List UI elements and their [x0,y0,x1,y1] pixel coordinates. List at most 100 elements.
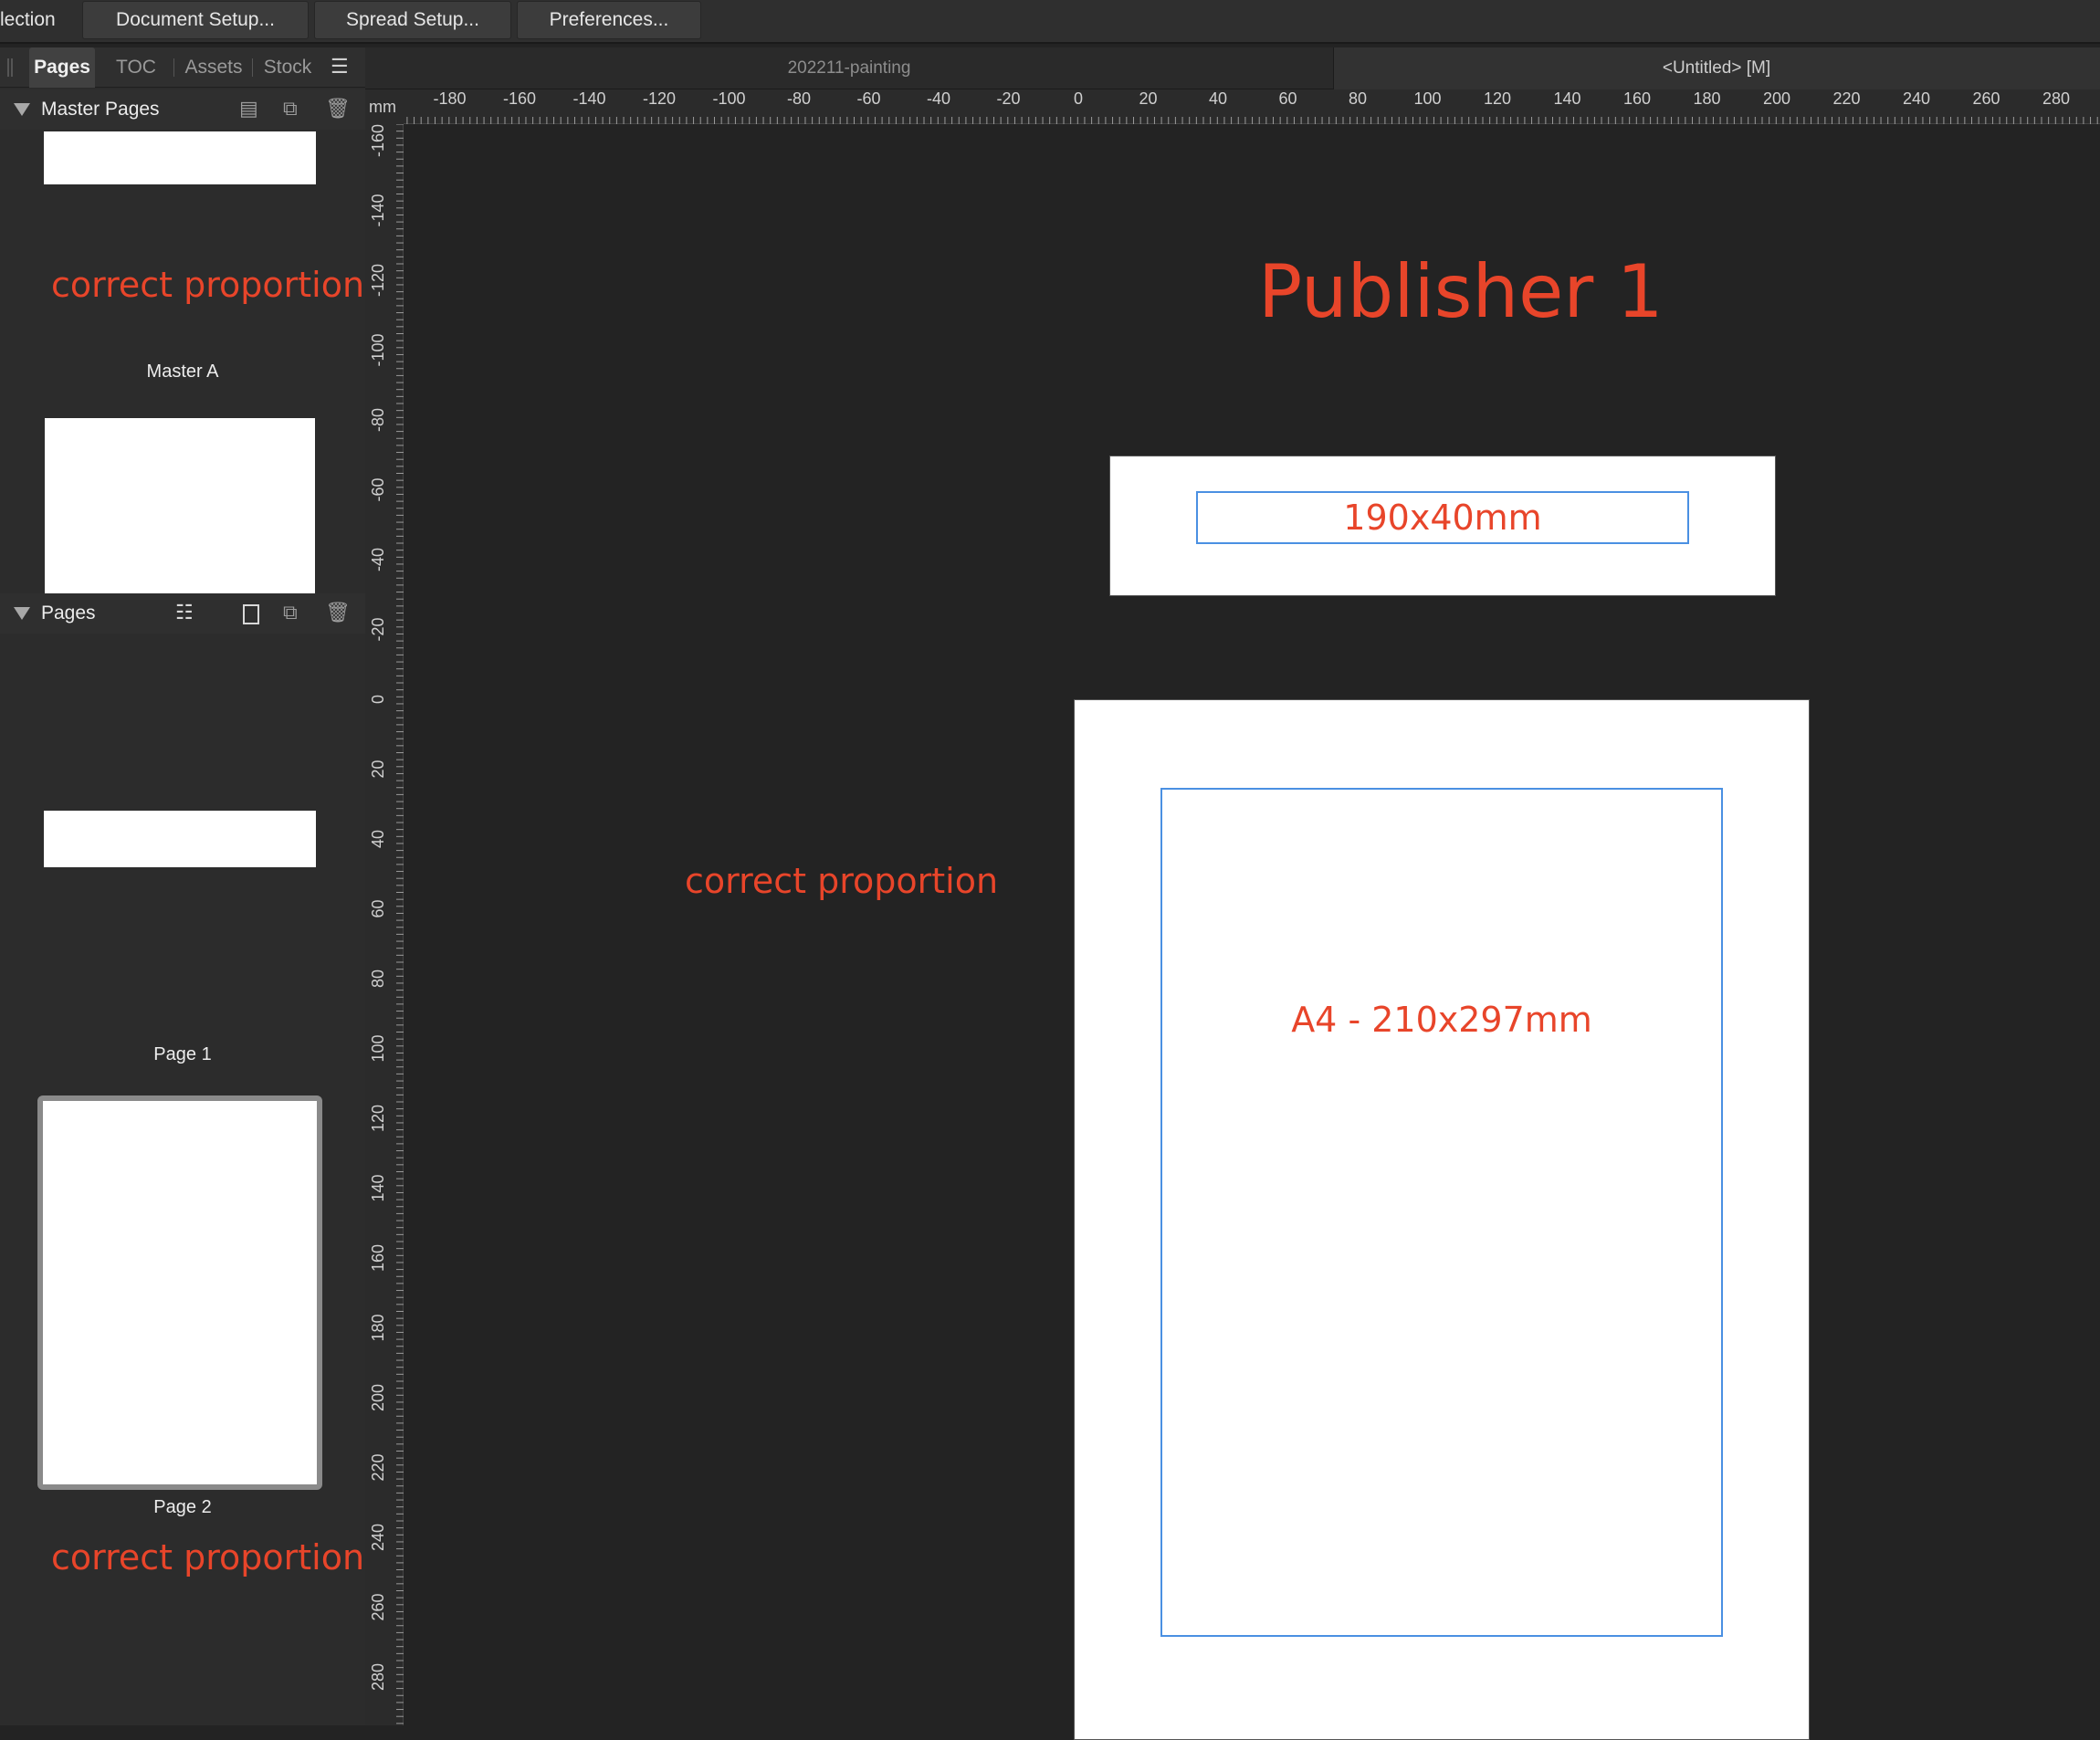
ruler-label: -40 [369,548,387,571]
document-canvas[interactable]: Publisher 1 190x40mm correct proportion … [404,125,2100,1740]
vertical-ruler[interactable]: -160 -140 -120 -100 -80 -60 -40 -20 0 20 40 60 80 100… [365,123,404,1725]
annotation-note: correct proportion [51,265,365,305]
ruler-label: 120 [1484,89,1511,108]
annotation-note: correct proportion [685,861,999,901]
ruler-label: 280 [2042,89,2070,108]
panel-tab-bar: Pages TOC Assets Stock ☰ [0,47,365,88]
pages-section-header[interactable]: Pages ☷ ⧉ 🗑 [0,593,365,634]
tab-assets[interactable]: Assets [179,47,248,88]
master-pages-title: Master Pages [41,99,160,120]
panel-grip-icon[interactable] [7,58,13,77]
ruler-label: 80 [1349,89,1367,108]
ruler-label: 220 [369,1453,387,1481]
trash-icon[interactable]: 🗑 [325,601,351,624]
collapse-triangle-icon[interactable] [14,103,30,116]
banner-size-text: 190x40mm [1343,498,1542,538]
ruler-label: 240 [1903,89,1930,108]
ruler-label: 140 [369,1174,387,1201]
page-2-thumbnail-selected[interactable] [37,1095,322,1490]
ruler-label: -40 [927,89,950,108]
a4-page[interactable]: A4 - 210x297mm [1074,699,1810,1740]
canvas-title: Publisher 1 [1258,249,1664,334]
ruler-label: 20 [369,760,387,778]
banner-page[interactable]: 190x40mm [1109,456,1776,596]
single-page-icon[interactable] [243,604,259,624]
master-a-label: Master A [146,362,219,382]
page-1-thumbnail[interactable] [44,811,316,867]
a4-size-text: A4 - 210x297mm [1291,1000,1592,1040]
ruler-label: 180 [1693,89,1720,108]
ruler-label: 160 [1623,89,1651,108]
doc-tab-painting[interactable]: 202211-painting [365,47,1333,89]
tab-divider [173,58,174,77]
ruler-label: 100 [369,1034,387,1062]
ruler-unit[interactable]: mm [365,89,404,124]
ruler-label: 140 [1553,89,1580,108]
document-tab-bar: 202211-painting <Untitled> [M] [365,47,2100,89]
ruler-label: 100 [1413,89,1441,108]
ruler-label: 180 [369,1314,387,1341]
spread-setup-button[interactable]: Spread Setup... [314,1,511,39]
ruler-label: 240 [369,1524,387,1551]
tab-toc[interactable]: TOC [104,47,168,88]
ruler-label: -60 [369,477,387,501]
vertical-ruler-ticks: -160 -140 -120 -100 -80 -60 -40 -20 0 20 40 60 80 100… [369,123,404,1724]
selection-menu-label[interactable]: lection [0,0,56,40]
a4-text-frame[interactable]: A4 - 210x297mm [1160,788,1723,1637]
ruler-label: -120 [369,264,387,297]
doc-tab-untitled[interactable]: <Untitled> [M] [1333,47,2100,89]
ruler-label: 0 [1074,89,1083,108]
ruler-label: 260 [1972,89,2000,108]
banner-text-frame[interactable]: 190x40mm [1196,491,1689,544]
preferences-button[interactable]: Preferences... [517,1,701,39]
tab-stock[interactable]: Stock [256,47,320,88]
ruler-label: 220 [1832,89,1860,108]
pages-panel: Pages TOC Assets Stock ☰ Master Pages ▤ … [0,47,365,1725]
ruler-label: 40 [1209,89,1227,108]
duplicate-icon[interactable]: ⧉ [283,601,298,624]
ruler-label: 0 [369,695,387,704]
document-setup-button[interactable]: Document Setup... [82,1,309,39]
master-thumbnail-banner[interactable] [44,131,316,184]
annotation-note: correct proportion [51,1537,365,1578]
ruler-label: 40 [369,830,387,848]
page-1-label: Page 1 [153,1044,212,1064]
ruler-label: -140 [369,194,387,226]
horizontal-ruler-ticks: -180 -160 -140 -120 -100 -80 -60 -40 -20 0 20 40 60 8… [364,89,2098,124]
ruler-label: 200 [1763,89,1790,108]
page-2-label: Page 2 [153,1497,212,1517]
ruler-label: 120 [369,1105,387,1132]
master-thumbnail-a4[interactable] [45,418,315,593]
ruler-label: -60 [856,89,880,108]
ruler-label: -80 [787,89,811,108]
ruler-label: 60 [1278,89,1297,108]
collapse-triangle-icon[interactable] [14,607,30,620]
ruler-label: -100 [712,89,745,108]
tab-divider [252,58,253,77]
master-page-icon[interactable]: ▤ [239,97,258,121]
horizontal-ruler[interactable]: -180 -160 -140 -120 -100 -80 -60 -40 -20 0 20 40 60 8… [364,89,2100,124]
ruler-label: 60 [369,899,387,917]
pages-section-title: Pages [41,603,96,624]
ruler-label: 200 [369,1384,387,1411]
ruler-label: -20 [369,617,387,641]
ruler-label: -20 [996,89,1020,108]
ruler-label: -160 [369,124,387,157]
ruler-label: 280 [369,1663,387,1691]
ruler-label: 20 [1139,89,1157,108]
trash-icon[interactable]: 🗑 [325,97,351,121]
ruler-label: -120 [643,89,676,108]
ruler-label: 80 [369,970,387,988]
ruler-label: -180 [433,89,466,108]
tab-pages[interactable]: Pages [29,47,95,88]
ruler-label: -160 [503,89,536,108]
ruler-label: 260 [369,1593,387,1620]
ruler-label: -100 [369,333,387,366]
duplicate-icon[interactable]: ⧉ [283,97,298,121]
ruler-label: -140 [572,89,605,108]
page-list-icon[interactable]: ☷ [175,601,194,624]
panel-menu-icon[interactable]: ☰ [331,55,349,79]
master-pages-header[interactable]: Master Pages ▤ ⧉ 🗑 [0,89,365,130]
ruler-label: 160 [369,1244,387,1272]
ruler-label: -80 [369,408,387,432]
